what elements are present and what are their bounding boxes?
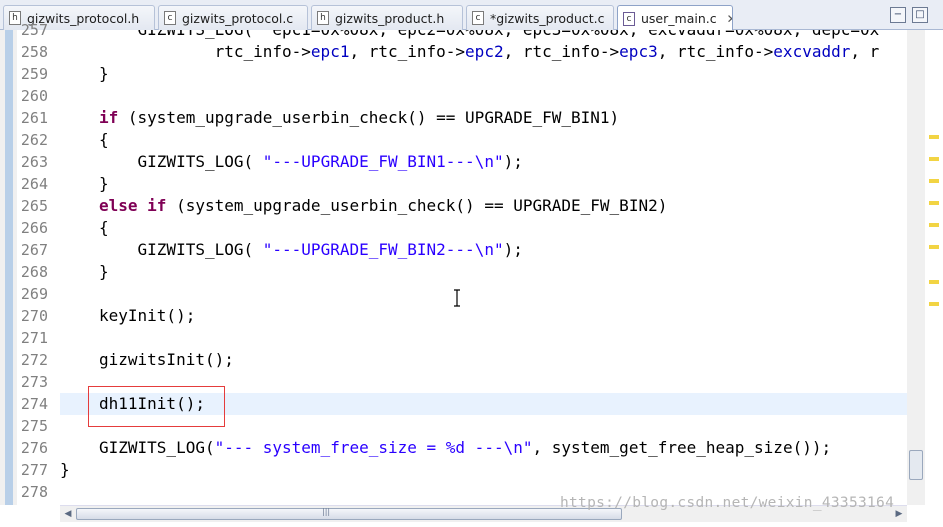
line-number: 267: [20, 241, 48, 259]
tab-user-main-c[interactable]: c user_main.c ✕: [617, 5, 733, 31]
code-line[interactable]: else if (system_upgrade_userbin_check() …: [99, 195, 667, 217]
line-number: 264: [20, 175, 48, 193]
vertical-scrollbar[interactable]: [907, 30, 925, 505]
code-line[interactable]: gizwitsInit();: [99, 349, 234, 371]
code-line[interactable]: }: [60, 459, 70, 481]
tab-label: gizwits_product.h: [335, 10, 445, 26]
warning-marker[interactable]: [929, 157, 939, 161]
editor-tab-bar: h gizwits_protocol.h c gizwits_protocol.…: [0, 0, 943, 31]
line-number: 257: [20, 21, 48, 39]
line-number: 274: [20, 395, 48, 413]
line-number: 270: [20, 307, 48, 325]
scroll-grip: |||: [322, 507, 331, 516]
line-number: 276: [20, 439, 48, 457]
c-file-icon: c: [472, 11, 484, 25]
c-file-icon: c: [164, 11, 176, 25]
code-line[interactable]: }: [99, 63, 109, 85]
horizontal-scroll-thumb[interactable]: [76, 508, 622, 520]
code-line[interactable]: }: [99, 261, 109, 283]
watermark-text: https://blog.csdn.net/weixin_43353164: [560, 495, 895, 511]
h-file-icon: h: [317, 11, 329, 25]
tab-label: gizwits_protocol.c: [182, 10, 294, 26]
warning-marker[interactable]: [929, 245, 939, 249]
code-line[interactable]: GIZWITS_LOG( "epc1=0x%08x, epc2=0x%08x, …: [99, 30, 880, 41]
line-number: 273: [20, 373, 48, 391]
overview-ruler[interactable]: [907, 30, 943, 527]
tab-label: *gizwits_product.c: [490, 10, 605, 26]
line-number: 258: [20, 43, 48, 61]
line-number: 275: [20, 417, 48, 435]
line-number: 266: [20, 219, 48, 237]
code-line[interactable]: GIZWITS_LOG( "---UPGRADE_FW_BIN1---\n");: [99, 151, 523, 173]
scroll-left-icon[interactable]: ◀: [62, 508, 74, 520]
tab-gizwits-protocol-c[interactable]: c gizwits_protocol.c: [158, 5, 308, 30]
scroll-right-icon[interactable]: ▶: [893, 508, 905, 520]
highlight-box: [88, 386, 225, 427]
vertical-scroll-thumb[interactable]: [909, 450, 923, 480]
minimize-button[interactable]: −: [890, 7, 906, 23]
line-number: 271: [20, 329, 48, 347]
warning-marker[interactable]: [929, 179, 939, 183]
annotation-ruler: [0, 30, 17, 505]
code-editor[interactable]: 257 258 259 260 261 262 263 264 265 266 267 268 269 2…: [0, 21, 943, 527]
warning-marker[interactable]: [929, 280, 939, 284]
code-line[interactable]: rtc_info->epc1, rtc_info->epc2, rtc_info…: [99, 41, 880, 63]
line-number: 259: [20, 65, 48, 83]
line-number: 261: [20, 109, 48, 127]
close-tab-icon[interactable]: ✕: [727, 12, 732, 26]
warning-marker[interactable]: [929, 135, 939, 139]
c-file-icon: c: [623, 11, 635, 26]
line-number: 263: [20, 153, 48, 171]
h-file-icon: h: [9, 11, 21, 25]
code-line[interactable]: {: [99, 129, 109, 151]
warning-marker[interactable]: [929, 302, 939, 306]
line-number: 260: [20, 87, 48, 105]
warning-marker[interactable]: [929, 201, 939, 205]
overview-marks: [925, 30, 943, 505]
code-line[interactable]: GIZWITS_LOG( "---UPGRADE_FW_BIN2---\n");: [99, 239, 523, 261]
line-number: 278: [20, 483, 48, 501]
folding-column: [50, 30, 60, 505]
line-number: 272: [20, 351, 48, 369]
code-line[interactable]: if (system_upgrade_userbin_check() == UP…: [99, 107, 619, 129]
tab-label: user_main.c: [641, 11, 717, 26]
line-number: 269: [20, 285, 48, 303]
code-line[interactable]: {: [99, 217, 109, 239]
tab-gizwits-product-h[interactable]: h gizwits_product.h: [311, 5, 463, 30]
text-cursor-icon: [454, 289, 460, 307]
tab-gizwits-product-c[interactable]: c *gizwits_product.c: [466, 5, 614, 30]
code-line[interactable]: keyInit();: [99, 305, 195, 327]
line-number: 265: [20, 197, 48, 215]
code-line[interactable]: }: [99, 173, 109, 195]
maximize-button[interactable]: □: [912, 7, 928, 23]
line-number: 277: [20, 461, 48, 479]
line-number-gutter: 257 258 259 260 261 262 263 264 265 266 267 268 269 2…: [17, 21, 50, 505]
line-number: 262: [20, 131, 48, 149]
code-line[interactable]: GIZWITS_LOG("--- system_free_size = %d -…: [99, 437, 831, 459]
line-number: 268: [20, 263, 48, 281]
code-area[interactable]: GIZWITS_LOG( "epc1=0x%08x, epc2=0x%08x, …: [60, 30, 907, 505]
warning-marker[interactable]: [929, 223, 939, 227]
